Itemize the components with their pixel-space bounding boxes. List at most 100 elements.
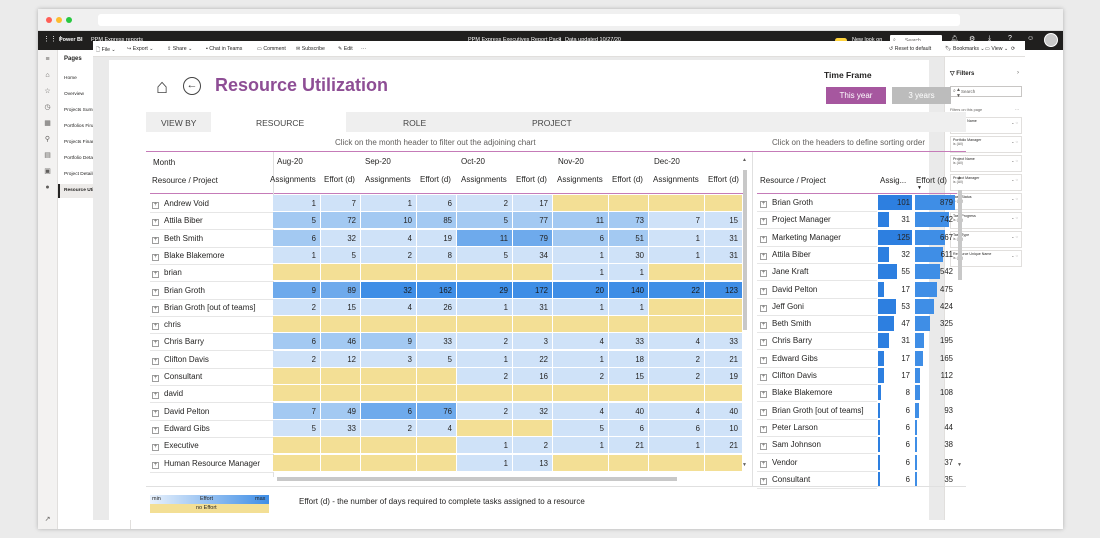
matrix-cell[interactable]: 2 xyxy=(649,368,705,385)
maximize-dot[interactable] xyxy=(66,17,72,23)
matrix-cell[interactable]: 6 xyxy=(361,402,417,420)
matrix-cell[interactable]: 1 xyxy=(609,298,649,316)
expand-icon[interactable]: + xyxy=(152,340,159,348)
resource-project-header[interactable]: Resource / Project xyxy=(152,176,218,185)
chevron-down-icon[interactable]: ⌄ ◌ xyxy=(1011,177,1018,182)
apps-icon[interactable]: ▦ xyxy=(44,120,51,127)
expand-icon[interactable]: + xyxy=(760,201,767,208)
tab-project[interactable]: PROJECT xyxy=(532,118,572,128)
expand-icon[interactable]: + xyxy=(152,461,159,469)
matrix-cell[interactable] xyxy=(553,454,609,472)
matrix-cell[interactable]: 2 xyxy=(457,368,513,385)
ranking-row-label[interactable]: + Beth Smith xyxy=(760,319,811,330)
close-dot[interactable] xyxy=(46,17,52,23)
matrix-row-label[interactable]: + Andrew Void xyxy=(152,199,209,209)
matrix-cell[interactable]: 12 xyxy=(321,350,361,368)
ranking-assign-header[interactable]: Assig... xyxy=(880,176,906,185)
matrix-cell[interactable]: 4 xyxy=(417,419,457,437)
expand-icon[interactable]: + xyxy=(760,270,767,278)
matrix-cell[interactable]: 33 xyxy=(705,333,743,351)
matrix-row-label[interactable]: + Edward Gibs xyxy=(152,424,210,434)
matrix-cell[interactable]: 46 xyxy=(321,333,361,351)
matrix-cell[interactable]: 33 xyxy=(321,419,361,437)
matrix-cell[interactable]: 11 xyxy=(553,212,609,230)
matrix-cell[interactable]: 1 xyxy=(649,437,705,455)
ranking-row-label[interactable]: + Chris Barry xyxy=(760,336,812,347)
matrix-cell[interactable]: 1 xyxy=(649,229,705,247)
matrix-cell[interactable]: 4 xyxy=(649,333,705,351)
collapse-filters-icon[interactable]: › xyxy=(1017,70,1019,76)
matrix-cell[interactable]: 5 xyxy=(321,246,361,264)
three-years-button[interactable]: 3 years xyxy=(892,87,951,104)
matrix-cell[interactable] xyxy=(553,316,609,334)
matrix-cell[interactable]: 6 xyxy=(273,229,321,247)
workspace-avatar-icon[interactable]: ● xyxy=(44,184,51,191)
ranking-effort-header[interactable]: Effort (d) xyxy=(916,176,947,185)
comment-button[interactable]: ▭ Comment xyxy=(257,46,286,52)
matrix-cell[interactable]: 32 xyxy=(321,229,361,247)
matrix-cell[interactable] xyxy=(513,264,553,282)
matrix-cell[interactable] xyxy=(457,316,513,334)
tab-resource[interactable]: RESOURCE xyxy=(256,118,304,128)
expand-icon[interactable]: + xyxy=(760,356,767,364)
chevron-down-icon[interactable]: ⌄ ◌ xyxy=(1011,158,1018,163)
home-icon[interactable]: ⌂ xyxy=(44,72,51,79)
ranking-row-label[interactable]: + Marketing Manager xyxy=(760,233,841,243)
matrix-cell[interactable]: 140 xyxy=(609,281,649,299)
expand-icon[interactable]: ↗ xyxy=(44,516,51,523)
month-header-1[interactable]: Sep-20 xyxy=(365,157,391,166)
matrix-cell[interactable]: 6 xyxy=(417,195,457,212)
scroll-down-icon[interactable]: ▼ xyxy=(957,462,962,468)
matrix-cell[interactable]: 5 xyxy=(553,419,609,437)
matrix-cell[interactable] xyxy=(649,195,705,212)
effort-header[interactable]: Effort (d) xyxy=(612,175,643,184)
matrix-cell[interactable]: 4 xyxy=(361,298,417,316)
effort-header[interactable]: Effort (d) xyxy=(708,175,739,184)
more-options-icon[interactable]: ··· xyxy=(361,46,366,52)
matrix-cell[interactable]: 20 xyxy=(553,281,609,299)
matrix-cell[interactable]: 40 xyxy=(705,402,743,420)
matrix-row-label[interactable]: + brian xyxy=(152,268,182,279)
expand-icon[interactable]: + xyxy=(152,202,159,209)
matrix-cell[interactable] xyxy=(649,454,705,472)
expand-icon[interactable]: + xyxy=(152,219,159,227)
matrix-cell[interactable] xyxy=(273,368,321,385)
ranking-row-label[interactable]: + David Pelton xyxy=(760,285,817,295)
expand-icon[interactable]: + xyxy=(760,322,767,330)
matrix-cell[interactable]: 1 xyxy=(457,298,513,316)
ranking-vscroll[interactable] xyxy=(958,190,962,280)
matrix-cell[interactable]: 4 xyxy=(649,402,705,420)
matrix-cell[interactable]: 89 xyxy=(321,281,361,299)
matrix-cell[interactable]: 32 xyxy=(361,281,417,299)
matrix-cell[interactable]: 21 xyxy=(705,350,743,368)
matrix-cell[interactable]: 2 xyxy=(273,298,321,316)
ranking-row-label[interactable]: + Brian Groth [out of teams] xyxy=(760,406,864,416)
assignments-header[interactable]: Assignments xyxy=(270,175,316,184)
matrix-cell[interactable] xyxy=(609,454,649,472)
expand-icon[interactable]: + xyxy=(152,392,159,400)
matrix-cell[interactable] xyxy=(361,316,417,334)
expand-icon[interactable]: + xyxy=(760,477,767,485)
matrix-cell[interactable]: 33 xyxy=(609,333,649,351)
matrix-cell[interactable] xyxy=(321,454,361,472)
matrix-cell[interactable] xyxy=(457,385,513,403)
assignments-header[interactable]: Assignments xyxy=(461,175,507,184)
matrix-cell[interactable]: 1 xyxy=(273,195,321,212)
more-icon[interactable]: ··· xyxy=(1015,107,1019,112)
matrix-cell[interactable]: 6 xyxy=(273,333,321,351)
expand-icon[interactable]: + xyxy=(152,444,159,452)
matrix-cell[interactable]: 4 xyxy=(361,229,417,247)
matrix-cell[interactable] xyxy=(705,316,743,334)
matrix-cell[interactable]: 10 xyxy=(361,212,417,230)
matrix-cell[interactable]: 11 xyxy=(457,229,513,247)
matrix-hscroll[interactable] xyxy=(277,477,677,481)
effort-header[interactable]: Effort (d) xyxy=(420,175,451,184)
matrix-cell[interactable]: 6 xyxy=(649,419,705,437)
scroll-up-icon[interactable]: ▲ xyxy=(742,157,747,163)
matrix-cell[interactable]: 172 xyxy=(513,281,553,299)
matrix-cell[interactable]: 15 xyxy=(705,212,743,230)
expand-icon[interactable]: + xyxy=(760,304,767,312)
avatar[interactable] xyxy=(1044,33,1058,47)
matrix-cell[interactable]: 17 xyxy=(513,195,553,212)
expand-icon[interactable]: + xyxy=(152,426,159,434)
